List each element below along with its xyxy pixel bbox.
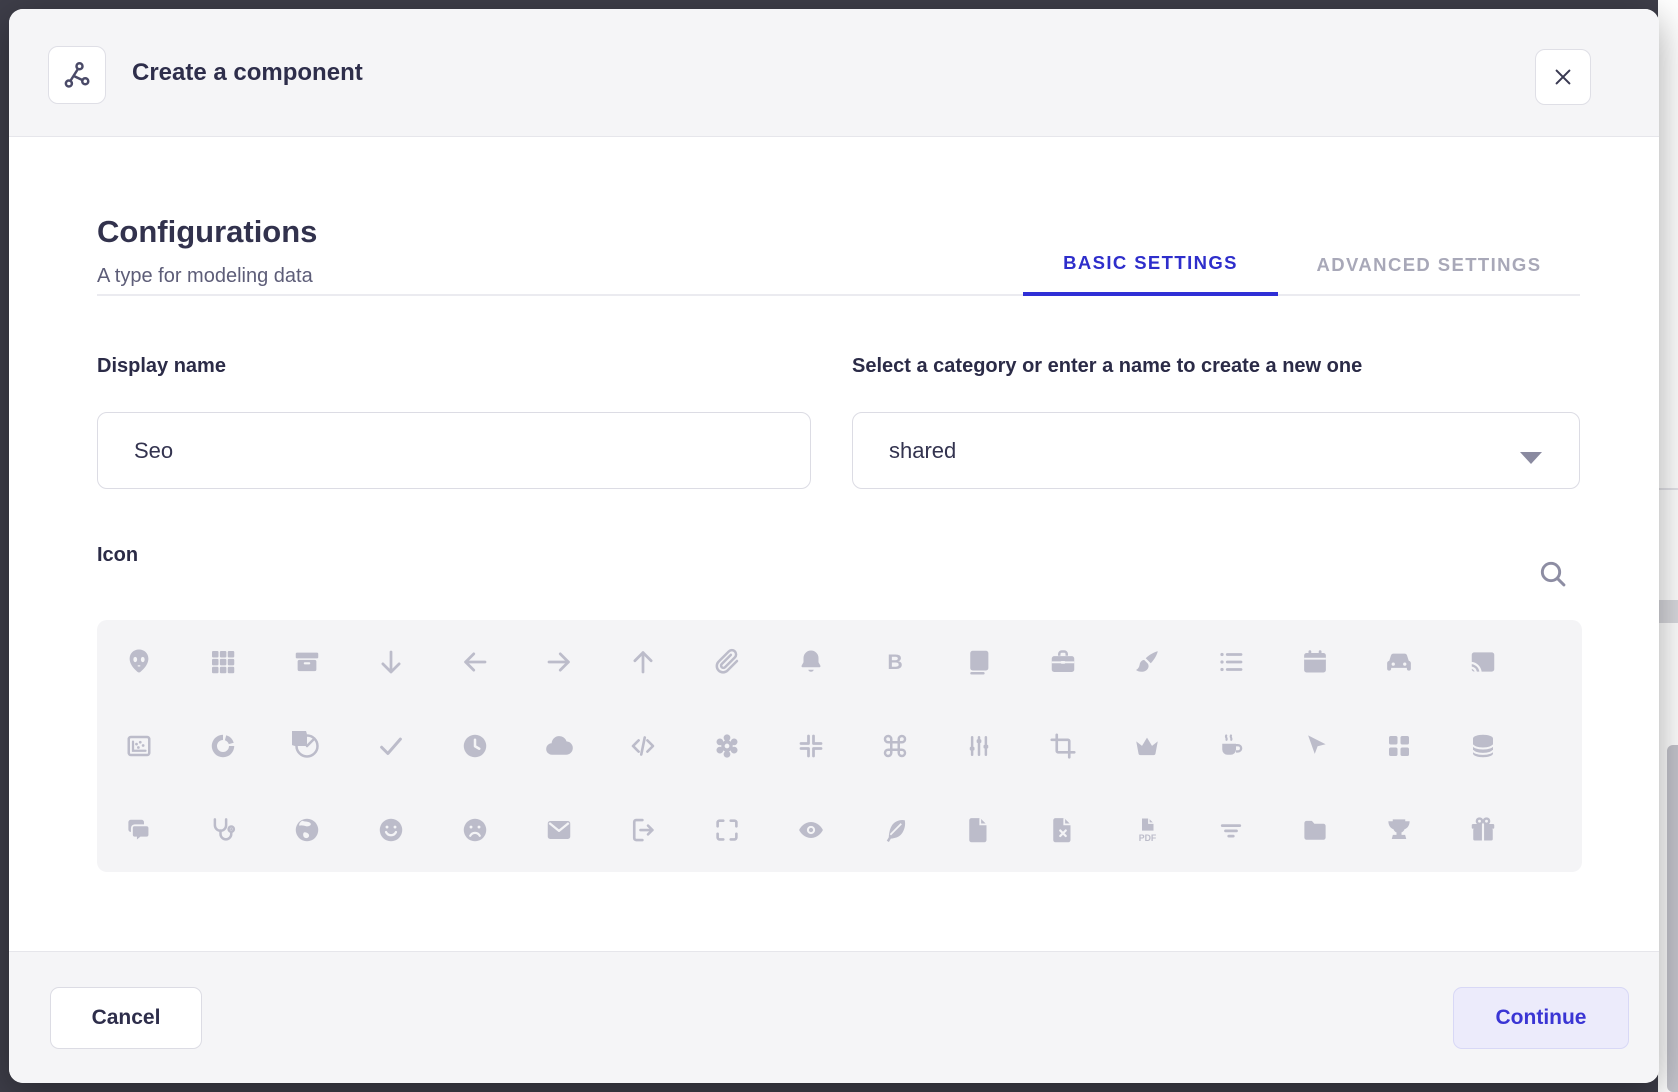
svg-text:B: B [887,650,902,674]
icon-crown[interactable] [1105,704,1189,788]
icon-alien[interactable] [97,620,181,704]
icon-code[interactable] [601,704,685,788]
tab-basic-settings[interactable]: BASIC SETTINGS [1023,234,1278,296]
icon-grid-row: B [97,620,1582,704]
icon-sliders[interactable] [937,704,1021,788]
icon-grid-row: PDF [97,788,1582,872]
modal-footer: Cancel Continue [9,951,1659,1083]
icon-envelope[interactable] [517,788,601,872]
background-block [1658,600,1678,623]
icon-brush[interactable] [1105,620,1189,704]
icon-expand[interactable] [685,788,769,872]
icon-cloud[interactable] [517,704,601,788]
icon-crop[interactable] [1021,704,1105,788]
icon-arrow-up[interactable] [601,620,685,704]
category-select[interactable]: shared [852,412,1580,489]
modal-body: Configurations A type for modeling data … [9,138,1659,951]
svg-text:PDF: PDF [1139,833,1157,843]
icon-comments[interactable] [97,788,181,872]
continue-button[interactable]: Continue [1453,987,1629,1049]
category-label: Select a category or enter a name to cre… [852,355,1362,378]
tab-advanced-settings[interactable]: ADVANCED SETTINGS [1278,234,1580,296]
icon-coffee[interactable] [1189,704,1273,788]
cancel-button[interactable]: Cancel [50,987,202,1049]
icon-logout[interactable] [601,788,685,872]
icon-chart-pie[interactable] [265,704,349,788]
modal-title: Create a component [132,9,363,137]
icon-book[interactable] [937,620,1021,704]
display-name-label: Display name [97,355,226,378]
background-page-strip [1658,0,1678,1092]
chevron-down-icon [1519,445,1543,471]
icon-chart-scatter[interactable] [97,704,181,788]
icon-car[interactable] [1357,620,1441,704]
section-subheading: A type for modeling data [97,265,313,288]
icon-clock[interactable] [433,704,517,788]
icon-arrow-left[interactable] [433,620,517,704]
icon-smile[interactable] [349,788,433,872]
background-divider [1658,488,1678,490]
close-icon[interactable] [1535,49,1591,105]
icon-chart-donut[interactable] [181,704,265,788]
icon-paperclip[interactable] [685,620,769,704]
icon-file-pdf[interactable]: PDF [1105,788,1189,872]
icon-arrow-right[interactable] [517,620,601,704]
icon-grid: B PDF [97,620,1582,872]
icon-cursor[interactable] [1273,704,1357,788]
component-icon [48,46,106,104]
icon-calendar[interactable] [1273,620,1357,704]
icon-grid-2x2[interactable] [1357,704,1441,788]
icon-archive[interactable] [265,620,349,704]
icon-file-x[interactable] [1021,788,1105,872]
create-component-modal: Create a component Configurations A type… [9,9,1659,1083]
icon-arrow-down[interactable] [349,620,433,704]
icon-earth[interactable] [265,788,349,872]
icon-grid-3x3[interactable] [181,620,265,704]
icon-picker-label: Icon [97,544,138,567]
icon-grid-row [97,704,1582,788]
icon-folder[interactable] [1273,788,1357,872]
modal-header: Create a component [9,9,1659,137]
icon-cast[interactable] [1441,620,1525,704]
icon-check[interactable] [349,704,433,788]
icon-frown[interactable] [433,788,517,872]
icon-command[interactable] [853,704,937,788]
icon-bullet-list[interactable] [1189,620,1273,704]
section-heading: Configurations [97,214,317,250]
icon-filter[interactable] [1189,788,1273,872]
category-selected-value: shared [889,438,956,464]
icon-eye[interactable] [769,788,853,872]
search-icon[interactable] [1537,558,1569,595]
icon-cog[interactable] [685,704,769,788]
display-name-input[interactable]: Seo [97,412,811,489]
icon-stethoscope[interactable] [181,788,265,872]
icon-bell[interactable] [769,620,853,704]
icon-feather[interactable] [853,788,937,872]
icon-bold[interactable]: B [853,620,937,704]
icon-trophy[interactable] [1357,788,1441,872]
icon-database[interactable] [1441,704,1525,788]
icon-briefcase[interactable] [1021,620,1105,704]
icon-gift[interactable] [1441,788,1525,872]
icon-file[interactable] [937,788,1021,872]
icon-compress[interactable] [769,704,853,788]
page-scrollbar[interactable] [1667,745,1678,1092]
